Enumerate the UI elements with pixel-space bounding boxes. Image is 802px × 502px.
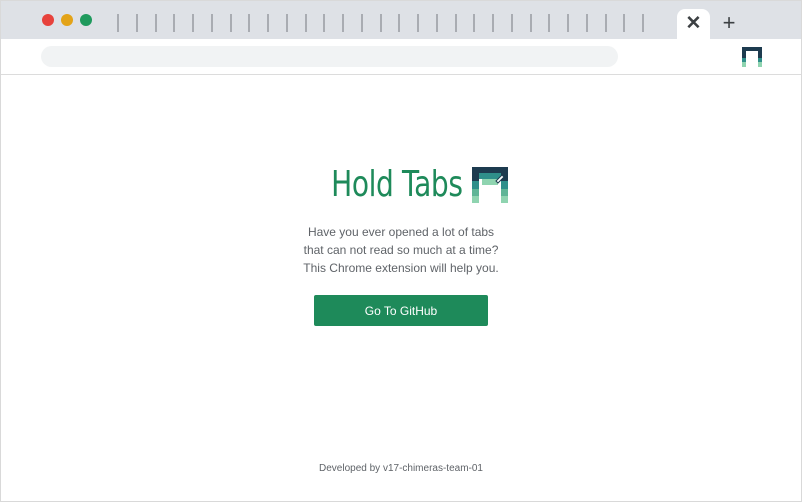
tagline-line: that can not read so much at a time?: [303, 243, 499, 257]
tagline: Have you ever opened a lot of tabs that …: [251, 223, 551, 277]
inactive-tab[interactable]: [342, 14, 344, 32]
browser-window: ✕ + Hold Tabs Have you ever opened a lot…: [0, 0, 802, 502]
inactive-tab[interactable]: [492, 14, 494, 32]
brand: Hold Tabs: [294, 163, 508, 207]
window-maximize-button[interactable]: [80, 14, 92, 26]
inactive-tab[interactable]: [642, 14, 644, 32]
window-close-button[interactable]: [42, 14, 54, 26]
inactive-tab[interactable]: [417, 14, 419, 32]
inactive-tab[interactable]: [155, 14, 157, 32]
inactive-tab[interactable]: [380, 14, 382, 32]
inactive-tab[interactable]: [323, 14, 325, 32]
inactive-tab[interactable]: [511, 14, 513, 32]
inactive-tab[interactable]: [230, 14, 232, 32]
inactive-tab[interactable]: [117, 14, 119, 32]
footer-credit: Developed by v17-chimeras-team-01: [319, 463, 483, 474]
browser-toolbar: [1, 39, 801, 75]
close-icon[interactable]: ✕: [677, 11, 710, 37]
hero: Hold Tabs Have you ever opened a lot of …: [1, 163, 801, 326]
tab-strip: ✕ +: [1, 1, 801, 39]
inactive-tab[interactable]: [623, 14, 625, 32]
inactive-tab[interactable]: [605, 14, 607, 32]
go-to-github-button[interactable]: Go To GitHub: [314, 295, 488, 326]
inactive-tab[interactable]: [567, 14, 569, 32]
inactive-tab[interactable]: [248, 14, 250, 32]
page-content: Hold Tabs Have you ever opened a lot of …: [1, 75, 801, 501]
window-minimize-button[interactable]: [61, 14, 73, 26]
inactive-tab[interactable]: [455, 14, 457, 32]
active-tab[interactable]: ✕: [677, 9, 710, 39]
tagline-line: This Chrome extension will help you.: [303, 261, 499, 275]
inactive-tab[interactable]: [305, 14, 307, 32]
plus-icon[interactable]: +: [717, 9, 741, 37]
hold-tabs-logo-icon: [471, 167, 508, 203]
inactive-tab[interactable]: [286, 14, 288, 32]
inactive-tab[interactable]: [530, 14, 532, 32]
inactive-tab[interactable]: [136, 14, 138, 32]
inactive-tab[interactable]: [473, 14, 475, 32]
inactive-tabs: [117, 14, 657, 32]
hold-tabs-logo-icon[interactable]: [742, 47, 762, 67]
inactive-tab[interactable]: [192, 14, 194, 32]
tagline-line: Have you ever opened a lot of tabs: [307, 225, 495, 239]
inactive-tab[interactable]: [173, 14, 175, 32]
inactive-tab[interactable]: [211, 14, 213, 32]
inactive-tab[interactable]: [586, 14, 588, 32]
inactive-tab[interactable]: [548, 14, 550, 32]
inactive-tab[interactable]: [436, 14, 438, 32]
page-title: Hold Tabs: [331, 164, 464, 205]
inactive-tab[interactable]: [398, 14, 400, 32]
address-bar[interactable]: [41, 46, 618, 67]
inactive-tab[interactable]: [267, 14, 269, 32]
inactive-tab[interactable]: [361, 14, 363, 32]
